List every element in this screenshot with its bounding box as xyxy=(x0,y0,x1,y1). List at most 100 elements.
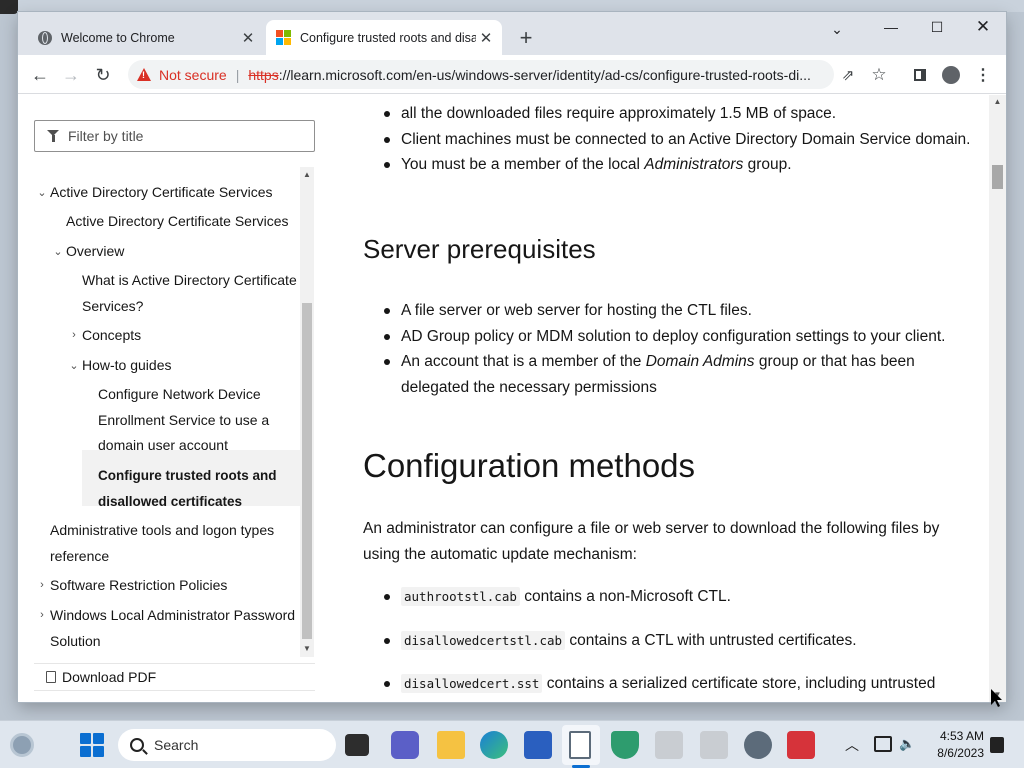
close-tab-icon[interactable]: ✕ xyxy=(476,28,496,48)
toc-item-laps[interactable]: Windows Local Administrator Password xyxy=(50,603,295,629)
settings-gear-icon[interactable] xyxy=(744,731,772,759)
search-label: Search xyxy=(154,737,199,753)
download-pdf-link[interactable]: Download PDF xyxy=(34,663,315,689)
chrome-window: Welcome to Chrome ✕ Configure trusted ro… xyxy=(18,12,1006,702)
scroll-down-arrow-icon[interactable]: ▼ xyxy=(300,643,314,655)
task-view-icon[interactable] xyxy=(345,734,369,756)
store-icon[interactable] xyxy=(524,731,552,759)
list-item: You must be a member of the local Admini… xyxy=(363,152,983,178)
list-item: An account that is a member of the Domai… xyxy=(363,349,983,400)
file-list: authrootstl.cab contains a non-Microsoft… xyxy=(363,584,983,702)
section-heading-config: Configuration methods xyxy=(363,447,696,484)
address-bar[interactable]: Not secure | https ://learn.microsoft.co… xyxy=(128,60,834,89)
notification-icon[interactable] xyxy=(990,737,1004,753)
list-item-text: A file server or web server for hosting … xyxy=(401,302,752,319)
chevron-down-icon[interactable]: ⌄ xyxy=(68,359,80,372)
list-item: disallowedcertstl.cab contains a CTL wit… xyxy=(363,628,983,654)
toc-item-overview[interactable]: Overview xyxy=(66,239,124,265)
table-of-contents: ⌄ Active Directory Certificate Services … xyxy=(34,167,300,657)
globe-icon xyxy=(38,30,52,45)
chevron-up-icon[interactable]: ︿ xyxy=(842,735,862,755)
page-scrollbar-thumb[interactable] xyxy=(992,165,1003,189)
maximize-button[interactable]: ☐ xyxy=(914,14,960,40)
taskbar: Search ︿ 🔈 4:53 AM 8/6/2023 xyxy=(0,720,1024,768)
taskbar-search[interactable]: Search xyxy=(118,729,336,761)
security-status[interactable]: Not secure xyxy=(159,67,227,83)
tab-strip: Welcome to Chrome ✕ Configure trusted ro… xyxy=(18,12,1006,55)
network-icon[interactable] xyxy=(874,736,892,752)
filter-icon xyxy=(47,130,60,142)
toolbox-icon[interactable] xyxy=(787,731,815,759)
tab-search-chevron-icon[interactable]: ⌄ xyxy=(822,16,852,42)
back-arrow-icon[interactable]: ← xyxy=(27,62,53,88)
document-icon xyxy=(46,670,56,683)
volume-icon[interactable]: 🔈 xyxy=(899,736,917,754)
article-body: all the downloaded files require approxi… xyxy=(363,95,983,702)
toc-item-admin-tools-line2[interactable]: reference xyxy=(50,544,109,570)
meet-app-icon[interactable] xyxy=(391,731,419,759)
toc-item-how-to-guides[interactable]: How-to guides xyxy=(82,353,172,379)
clock-date[interactable]: 8/6/2023 xyxy=(930,746,984,760)
list-item: all the downloaded files require approxi… xyxy=(363,101,983,127)
toc-item-adcs-landing[interactable]: Active Directory Certificate Services xyxy=(66,209,289,235)
toc-item-ndes-line2[interactable]: Enrollment Service to use a xyxy=(98,408,269,434)
warning-icon xyxy=(137,68,151,81)
inline-code: disallowedcert.sst xyxy=(401,674,543,694)
chevron-down-icon[interactable]: ⌄ xyxy=(36,186,48,199)
chevron-right-icon[interactable]: › xyxy=(36,609,48,621)
side-panel-icon[interactable] xyxy=(910,65,930,85)
list-item-text: contains a non-Microsoft CTL. xyxy=(519,588,731,605)
browser-toolbar: ← → ↻ Not secure | https ://learn.micros… xyxy=(18,55,1006,94)
kebab-menu-icon[interactable]: ⋮ xyxy=(973,65,993,85)
toc-item-what-is-adcs[interactable]: What is Active Directory Certificate xyxy=(82,268,297,294)
search-icon xyxy=(130,738,144,752)
tab-welcome[interactable]: Welcome to Chrome ✕ xyxy=(28,20,264,55)
chevron-right-icon[interactable]: › xyxy=(68,329,80,341)
share-icon[interactable]: ⇗ xyxy=(838,65,858,85)
toc-item-ndes[interactable]: Configure Network Device xyxy=(98,382,261,408)
page-scrollbar[interactable]: ▲ ▼ xyxy=(989,95,1006,702)
forward-arrow-icon[interactable]: → xyxy=(58,62,84,88)
app-icon[interactable] xyxy=(655,731,683,759)
toc-item-ndes-line3[interactable]: domain user account xyxy=(98,433,228,459)
defender-shield-icon[interactable] xyxy=(611,731,639,759)
filter-placeholder: Filter by title xyxy=(68,128,144,144)
file-explorer-icon[interactable] xyxy=(437,731,465,759)
desktop-icon[interactable] xyxy=(0,0,18,14)
tab-configure-trusted-roots[interactable]: Configure trusted roots and disallowed c… xyxy=(266,20,502,55)
close-tab-icon[interactable]: ✕ xyxy=(238,28,258,48)
toc-item-concepts[interactable]: Concepts xyxy=(82,323,141,349)
profile-avatar-icon[interactable] xyxy=(941,65,961,85)
scroll-up-arrow-icon[interactable]: ▲ xyxy=(989,96,1006,108)
widgets-icon[interactable] xyxy=(10,733,34,757)
bookmark-star-icon[interactable]: ☆ xyxy=(869,65,889,85)
clock-time[interactable]: 4:53 AM xyxy=(930,729,984,743)
toc-item-laps-line2[interactable]: Solution xyxy=(50,629,101,655)
close-window-button[interactable]: ✕ xyxy=(960,14,1006,40)
reload-icon[interactable]: ↻ xyxy=(90,62,116,88)
new-tab-button[interactable]: + xyxy=(514,25,538,50)
paragraph: An administrator can configure a file or… xyxy=(363,520,940,563)
list-item-text: all the downloaded files require approxi… xyxy=(401,105,837,122)
edge-browser-icon[interactable] xyxy=(480,731,508,759)
minimize-button[interactable]: — xyxy=(868,14,914,40)
notepad-icon[interactable] xyxy=(569,731,591,759)
list-item: authrootstl.cab contains a non-Microsoft… xyxy=(363,584,983,610)
toc-item-software-restriction[interactable]: Software Restriction Policies xyxy=(50,573,227,599)
url-scheme: https xyxy=(248,66,279,83)
toc-item-admin-tools[interactable]: Administrative tools and logon types xyxy=(50,518,274,544)
toc-item-configure-trusted-roots[interactable]: Configure trusted roots and xyxy=(98,463,277,489)
toc-scrollbar[interactable]: ▲ ▼ xyxy=(300,167,314,657)
toc-item-configure-trusted-roots-line2[interactable]: disallowed certificates xyxy=(98,489,242,515)
start-button[interactable] xyxy=(80,733,104,757)
desktop-background xyxy=(0,0,1024,12)
toc-scrollbar-thumb[interactable] xyxy=(302,303,312,639)
chevron-right-icon[interactable]: › xyxy=(36,579,48,591)
toc-item-what-is-adcs-line2[interactable]: Services? xyxy=(82,294,143,320)
inline-code: disallowedcertstl.cab xyxy=(401,630,566,650)
scroll-up-arrow-icon[interactable]: ▲ xyxy=(300,169,314,181)
toc-item-adcs[interactable]: Active Directory Certificate Services xyxy=(50,180,273,206)
filter-by-title-input[interactable]: Filter by title xyxy=(34,120,315,152)
chevron-down-icon[interactable]: ⌄ xyxy=(52,245,64,258)
checklist-app-icon[interactable] xyxy=(700,731,728,759)
